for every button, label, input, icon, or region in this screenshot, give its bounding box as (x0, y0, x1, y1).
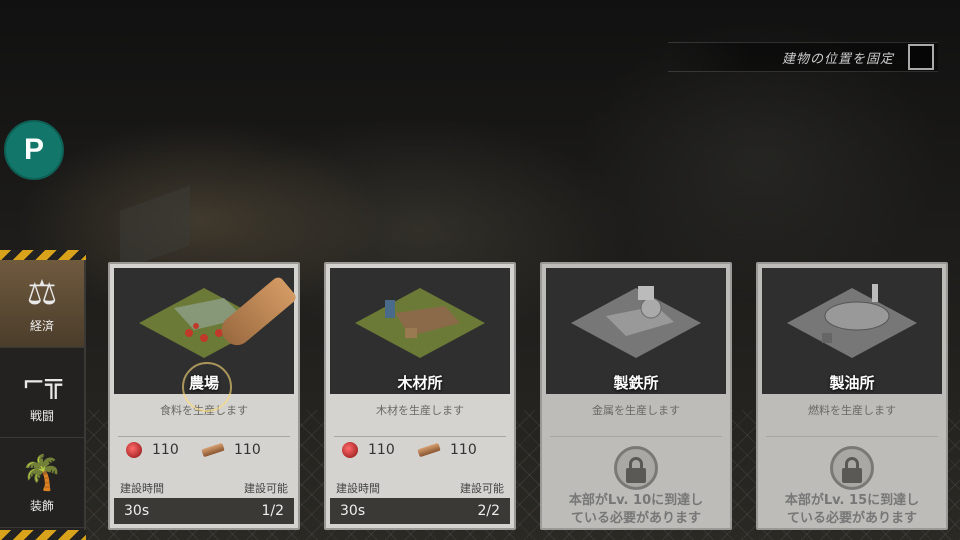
food-cost-value: 110 (368, 442, 395, 458)
divider (766, 436, 938, 437)
steel-mill-image: 製鉄所 (546, 268, 726, 394)
building-card-oil-refinery[interactable]: 製油所 燃料を生産します 本部がLv. 15に到達し ている必要があります (756, 262, 948, 530)
card-description: 燃料を生産します (808, 404, 896, 417)
lock-requirement-text: 本部がLv. 10に到達し ている必要があります (548, 492, 724, 528)
divider (118, 436, 290, 437)
wood-cost: 110 (417, 442, 477, 458)
lock-msg-line-2: ている必要があります (570, 511, 701, 526)
food-icon (126, 442, 142, 458)
hazard-stripe-top (0, 250, 86, 260)
build-status-bar: 30s 1/2 (114, 498, 294, 524)
lock-msg-line-2: ている必要があります (786, 511, 917, 526)
card-title: 製油所 (829, 374, 875, 392)
food-cost-value: 110 (152, 442, 179, 458)
oil-refinery-image: 製油所 (762, 268, 942, 394)
build-time-value: 30s (124, 503, 150, 519)
building-card-lumber-mill[interactable]: 木材所 木材を生産します 110 110 建設時間 建設可能 30s 2/2 (324, 262, 516, 530)
lock-position-checkbox[interactable] (908, 44, 934, 70)
build-time-label: 建設時間 (120, 482, 164, 495)
lumber-mill-illustration (355, 288, 485, 358)
tutorial-tap-ring (182, 362, 232, 412)
divider (334, 436, 506, 437)
hazard-stripe-bottom (0, 530, 86, 540)
building-card-steel-mill[interactable]: 製鉄所 金属を生産します 本部がLv. 10に到達し ている必要があります (540, 262, 732, 530)
food-cost: 110 (126, 442, 179, 458)
sidebar-item-label: 経済 (29, 319, 54, 333)
category-sidebar: ⚖ 経済 ⌐╦ 戦闘 🌴 装飾 (0, 260, 86, 530)
sidebar-item-decoration[interactable]: 🌴 装飾 (0, 440, 84, 528)
sidebar-item-label: 戦闘 (29, 409, 54, 423)
scales-icon: ⚖ (26, 273, 58, 313)
palm-tree-icon: 🌴 (20, 453, 64, 493)
build-available-label: 建設可能 (244, 482, 288, 495)
steel-mill-illustration (571, 286, 701, 358)
build-time-label: 建設時間 (336, 482, 380, 495)
lumber-mill-image: 木材所 (330, 268, 510, 394)
lock-building-position-toggle[interactable]: 建物の位置を固定 (668, 42, 938, 72)
food-cost: 110 (342, 442, 395, 458)
sidebar-item-combat[interactable]: ⌐╦ 戦闘 (0, 350, 84, 438)
build-count-value: 2/2 (477, 503, 500, 519)
lock-requirement-text: 本部がLv. 15に到達し ている必要があります (764, 492, 940, 528)
wood-icon (201, 442, 225, 458)
build-available-label: 建設可能 (460, 482, 504, 495)
wood-cost: 110 (201, 442, 261, 458)
card-title: 製鉄所 (613, 374, 659, 392)
oil-refinery-illustration (787, 284, 917, 358)
wood-cost-value: 110 (234, 442, 261, 458)
build-count-value: 1/2 (261, 503, 284, 519)
sidebar-item-economy[interactable]: ⚖ 経済 (0, 260, 84, 348)
build-info-row: 建設時間 建設可能 (336, 480, 504, 496)
lock-icon (830, 446, 874, 490)
card-title: 木材所 (397, 374, 443, 392)
build-time-value: 30s (340, 503, 366, 519)
build-status-bar: 30s 2/2 (330, 498, 510, 524)
lock-icon (614, 446, 658, 490)
card-description: 金属を生産します (592, 404, 680, 417)
lock-position-label: 建物の位置を固定 (781, 51, 894, 67)
lock-msg-line-1: 本部がLv. 15に到達し (784, 493, 920, 508)
sidebar-item-label: 装飾 (29, 499, 54, 513)
food-icon (342, 442, 358, 458)
rifle-icon: ⌐╦ (21, 366, 63, 399)
wood-cost-value: 110 (450, 442, 477, 458)
lock-msg-line-1: 本部がLv. 10に到達し (568, 493, 704, 508)
wood-icon (417, 442, 441, 458)
build-info-row: 建設時間 建設可能 (120, 480, 288, 496)
card-description: 木材を生産します (376, 404, 464, 417)
divider (550, 436, 722, 437)
p-button[interactable]: P (4, 120, 64, 180)
